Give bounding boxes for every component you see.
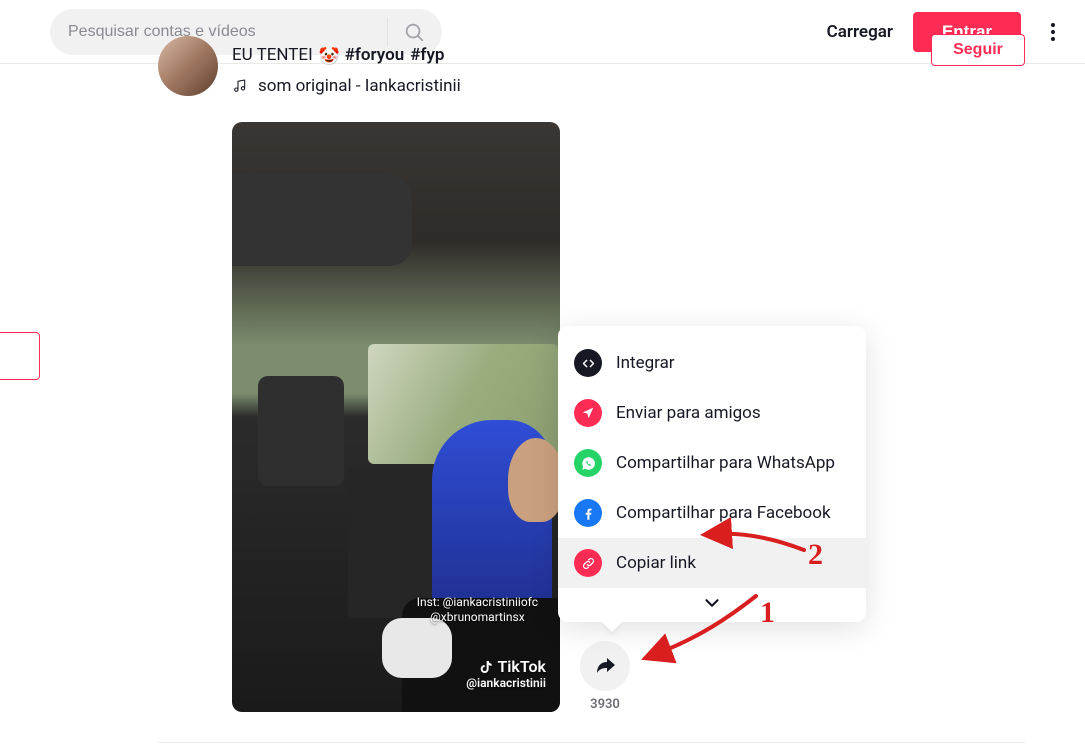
link-icon: [574, 549, 602, 577]
post-separator: [158, 742, 1025, 743]
search-separator: [387, 18, 388, 46]
music-note-icon: [232, 78, 248, 94]
dot-icon: [1051, 30, 1055, 34]
send-icon: [574, 399, 602, 427]
share-more-toggle[interactable]: [558, 588, 866, 616]
video-scene: [508, 438, 560, 522]
video-player[interactable]: Inst: @iankacristiniiofc @xbrunomartinsx…: [232, 122, 560, 712]
share-item-label: Compartilhar para Facebook: [616, 503, 831, 523]
dot-icon: [1051, 37, 1055, 41]
sound-row[interactable]: som original - Iankacristinii: [232, 76, 1085, 96]
share-item-label: Integrar: [616, 353, 675, 373]
overlay-line-1: Inst: @iankacristiniiofc: [417, 595, 538, 611]
share-arrow-icon: [593, 654, 617, 678]
dot-icon: [1051, 23, 1055, 27]
post-header: EU TENTEI #foryou #fyp som original - Ia…: [158, 44, 1085, 96]
chevron-down-icon: [701, 592, 723, 614]
sidebar-text: ídeos: [0, 275, 50, 294]
avatar[interactable]: [158, 36, 218, 96]
tiktok-brand-text: TikTok: [497, 657, 546, 676]
hashtag-foryou[interactable]: #foryou: [345, 44, 405, 68]
video-scene: [258, 376, 344, 486]
sidebar-fragment: ídeos: [0, 275, 50, 380]
video-scene: [232, 174, 412, 266]
video-row: Inst: @iankacristiniiofc @xbrunomartinsx…: [158, 122, 1085, 712]
share-item-label: Compartilhar para WhatsApp: [616, 453, 835, 473]
tiktok-user-text: @iankacristinii: [466, 676, 546, 690]
share-count: 3930: [590, 697, 620, 712]
share-item-facebook[interactable]: Compartilhar para Facebook: [558, 488, 866, 538]
tiktok-logo-icon: [478, 659, 494, 675]
share-item-label: Copiar link: [616, 553, 696, 573]
tiktok-watermark: TikTok @iankacristinii: [466, 657, 546, 690]
share-popover: Integrar Enviar para amigos Compartilhar…: [558, 326, 866, 622]
share-item-label: Enviar para amigos: [616, 403, 761, 423]
embed-icon: [574, 349, 602, 377]
share-item-copy-link[interactable]: Copiar link: [558, 538, 866, 588]
caption-text: EU TENTEI: [232, 44, 313, 68]
share-item-embed[interactable]: Integrar: [558, 338, 866, 388]
follow-button[interactable]: Seguir: [931, 34, 1025, 66]
video-scene: [382, 618, 452, 678]
content: EU TENTEI #foryou #fyp som original - Ia…: [158, 44, 1085, 712]
share-item-send[interactable]: Enviar para amigos: [558, 388, 866, 438]
video-overlay-text: Inst: @iankacristiniiofc @xbrunomartinsx: [417, 595, 538, 626]
share-item-whatsapp[interactable]: Compartilhar para WhatsApp: [558, 438, 866, 488]
sidebar-login-button[interactable]: [0, 332, 40, 380]
upload-link[interactable]: Carregar: [827, 22, 893, 42]
facebook-icon: [574, 499, 602, 527]
search-input[interactable]: [68, 23, 381, 41]
clown-emoji-icon: [319, 46, 339, 66]
search-icon: [403, 21, 425, 43]
hashtag-fyp[interactable]: #fyp: [410, 44, 444, 68]
sound-label: som original - Iankacristinii: [258, 76, 461, 96]
overlay-line-2: @xbrunomartinsx: [417, 610, 538, 626]
whatsapp-icon: [574, 449, 602, 477]
share-button[interactable]: [580, 641, 630, 691]
share-stack: 3930: [580, 641, 630, 712]
